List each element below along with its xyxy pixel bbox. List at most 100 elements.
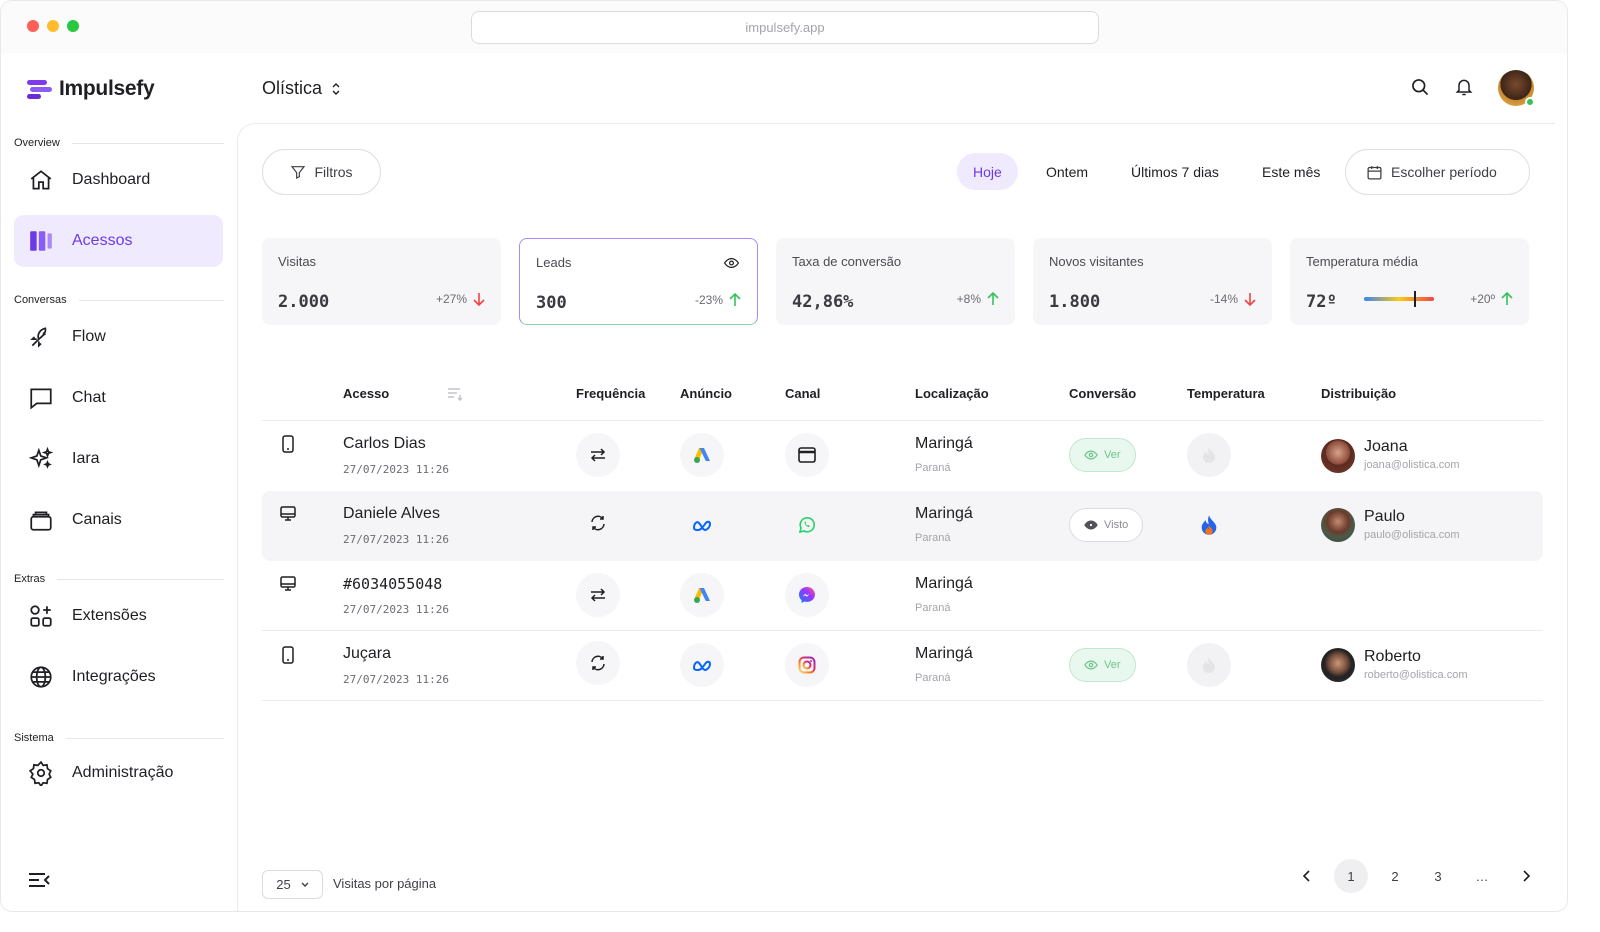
state: Paraná: [915, 672, 951, 684]
stat-card-temperatura-media[interactable]: Temperatura média 72º +20º: [1290, 238, 1529, 325]
column-header-distribuicao[interactable]: Distribuição: [1321, 386, 1396, 401]
column-header-temperatura[interactable]: Temperatura: [1187, 386, 1265, 401]
sidebar-item-integracoes[interactable]: Integrações: [14, 651, 223, 703]
choose-period-button[interactable]: Escolher período: [1345, 149, 1530, 195]
column-header-canal[interactable]: Canal: [785, 386, 820, 401]
maximize-window-button[interactable]: [67, 20, 79, 32]
org-switcher[interactable]: Olística: [262, 78, 340, 99]
page-button-3[interactable]: 3: [1421, 859, 1455, 893]
sparkles-icon: [28, 446, 54, 469]
per-page-select[interactable]: 25: [262, 870, 323, 899]
sidebar-item-dashboard[interactable]: Dashboard: [14, 154, 223, 206]
access-name: Carlos Dias: [343, 435, 426, 452]
collapse-sidebar-icon[interactable]: [27, 870, 51, 890]
chevron-down-icon: [301, 882, 309, 887]
sidebar-item-chat[interactable]: Chat: [14, 372, 223, 424]
eye-icon[interactable]: [724, 257, 739, 269]
page-button-1[interactable]: 1: [1334, 859, 1368, 893]
avatar: [1321, 439, 1355, 473]
chat-icon: [30, 388, 52, 410]
state: Paraná: [915, 532, 951, 544]
sidebar-item-acessos[interactable]: Acessos: [14, 215, 223, 267]
gear-icon: [28, 760, 52, 786]
access-date: 27/07/2023 11:26: [343, 463, 449, 476]
page-ellipsis[interactable]: …: [1465, 859, 1499, 893]
home-icon: [30, 170, 52, 190]
meta-icon: [680, 503, 724, 547]
conversion-visto-button[interactable]: Visto: [1069, 508, 1144, 542]
phone-icon: [282, 646, 294, 664]
minimize-window-button[interactable]: [47, 20, 59, 32]
conversion-ver-button[interactable]: Ver: [1069, 648, 1136, 682]
range-ultimos-7-dias[interactable]: Últimos 7 dias: [1115, 153, 1235, 190]
page-button-2[interactable]: 2: [1378, 859, 1412, 893]
sidebar-item-administracao[interactable]: Administração: [14, 747, 223, 799]
column-header-localizacao[interactable]: Localização: [915, 386, 989, 401]
swap-icon: [576, 433, 620, 477]
swap-icon: [576, 573, 620, 617]
stat-card-novos-visitantes[interactable]: Novos visitantes 1.800 -14%: [1033, 238, 1272, 325]
prev-page-button[interactable]: [1290, 859, 1324, 893]
sidebar-item-label: Flow: [72, 328, 106, 345]
sidebar-item-iara[interactable]: Iara: [14, 433, 223, 485]
columns-icon: [30, 231, 52, 251]
arrow-up-icon: [1501, 292, 1513, 305]
close-window-button[interactable]: [27, 20, 39, 32]
sort-icon[interactable]: [447, 387, 463, 401]
stat-change: -14%: [1210, 292, 1256, 306]
distribution-email: joana@olistica.com: [1364, 459, 1460, 471]
distribution-name: Paulo: [1364, 508, 1405, 525]
distribution-email: roberto@olistica.com: [1364, 669, 1468, 681]
google-ads-icon: [680, 573, 724, 617]
desktop-icon: [280, 506, 296, 521]
column-header-anuncio[interactable]: Anúncio: [680, 386, 732, 401]
next-page-button[interactable]: [1509, 859, 1543, 893]
range-ontem[interactable]: Ontem: [1030, 153, 1104, 190]
bell-icon[interactable]: [1454, 77, 1474, 97]
app-logo[interactable]: Impulsefy: [25, 77, 155, 101]
sidebar-item-label: Integrações: [72, 668, 156, 685]
table-row[interactable]: [262, 561, 1543, 631]
conversion-ver-button[interactable]: Ver: [1069, 438, 1136, 472]
search-icon[interactable]: [1410, 77, 1430, 97]
meta-icon: [680, 643, 724, 687]
online-status-indicator: [1525, 97, 1535, 107]
column-header-frequencia[interactable]: Frequência: [576, 386, 645, 401]
sidebar-item-extensoes[interactable]: Extensões: [14, 590, 223, 642]
calendar-icon: [1367, 165, 1382, 180]
refresh-icon: [576, 501, 620, 545]
arrow-up-icon: [987, 292, 999, 305]
column-header-acesso[interactable]: Acesso: [343, 386, 463, 401]
logo-icon: [27, 80, 52, 99]
sidebar-item-canais[interactable]: Canais: [14, 494, 223, 546]
filter-icon: [291, 166, 306, 179]
stat-value: 1.800: [1049, 292, 1101, 312]
globe-icon: [30, 666, 52, 688]
stat-card-taxa-conversao[interactable]: Taxa de conversão 42,86% +8%: [776, 238, 1015, 325]
stat-card-visitas[interactable]: Visitas 2.000 +27%: [262, 238, 501, 325]
column-header-conversao[interactable]: Conversão: [1069, 386, 1136, 401]
url-bar[interactable]: impulsefy.app: [471, 11, 1099, 44]
state: Paraná: [915, 462, 951, 474]
stat-card-leads[interactable]: Leads 300 -23%: [519, 238, 758, 325]
arrow-up-icon: [729, 293, 741, 306]
city: Maringá: [915, 435, 973, 452]
access-date: 27/07/2023 11:26: [343, 673, 449, 686]
eye-icon: [1084, 450, 1098, 460]
range-este-mes[interactable]: Este mês: [1246, 153, 1336, 190]
sidebar-item-label: Acessos: [72, 232, 133, 249]
access-name: Juçara: [343, 645, 392, 662]
distribution-name: Joana: [1364, 438, 1408, 455]
flame-icon-hot: [1187, 503, 1231, 547]
desktop-icon: [280, 576, 296, 591]
stat-value: 300: [536, 293, 567, 313]
distribution-name: Roberto: [1364, 648, 1421, 665]
row-divider: [262, 700, 1543, 701]
filters-button[interactable]: Filtros: [262, 149, 381, 195]
range-hoje[interactable]: Hoje: [957, 153, 1018, 190]
distribution-email: paulo@olistica.com: [1364, 529, 1460, 541]
sidebar-item-flow[interactable]: Flow: [14, 311, 223, 363]
access-name: Daniele Alves: [343, 505, 440, 522]
section-sistema: Sistema: [14, 732, 224, 744]
stat-change: +8%: [957, 292, 999, 306]
